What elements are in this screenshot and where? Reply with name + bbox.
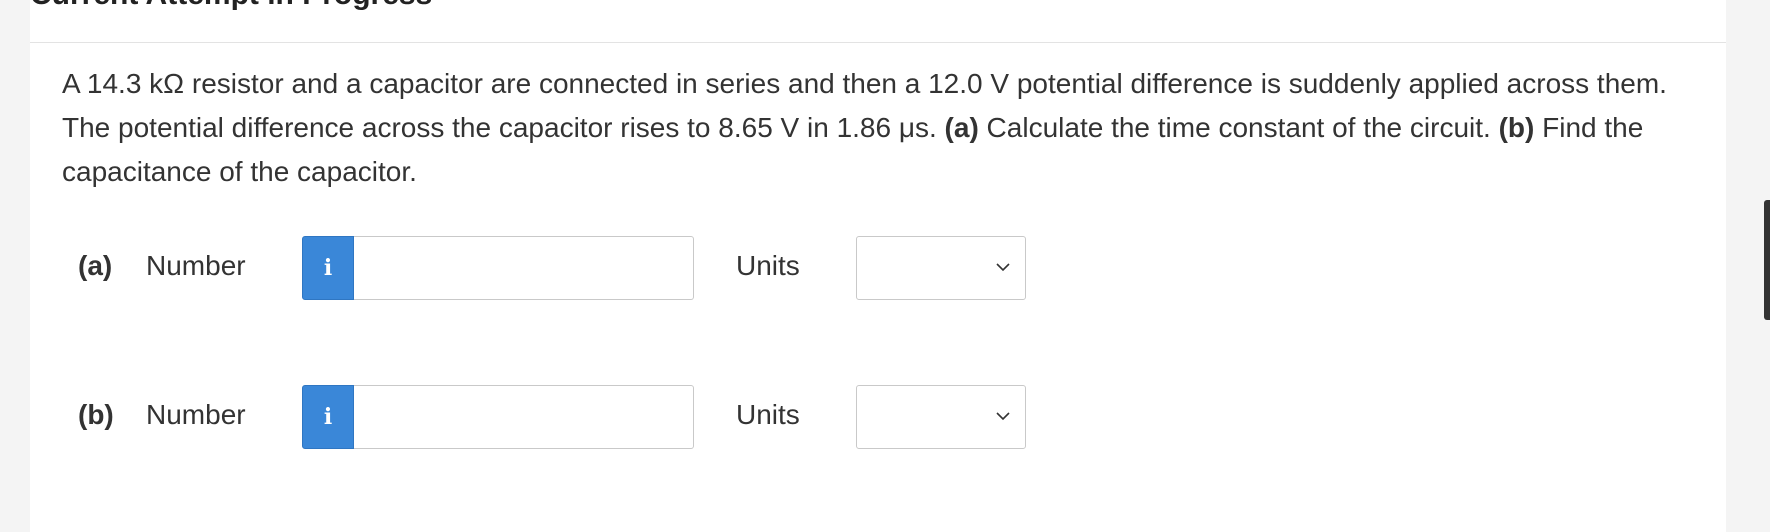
number-label-a: Number	[146, 250, 246, 281]
info-icon: i	[323, 404, 333, 430]
part-b-label: (b)	[78, 399, 114, 430]
question-text: A 14.3 kΩ resistor and a capacitor are c…	[62, 62, 1692, 194]
units-label-a: Units	[736, 250, 800, 281]
part-b-marker: (b)	[1498, 112, 1535, 143]
units-select-a[interactable]	[856, 236, 1026, 300]
header-divider	[30, 42, 1726, 43]
question-card: Current Attempt in Progress A 14.3 kΩ re…	[30, 0, 1726, 532]
number-label-b: Number	[146, 399, 246, 430]
part-a-prompt: Calculate the time constant of the circu…	[978, 112, 1499, 143]
part-a-marker: (a)	[944, 112, 979, 143]
answer-row-a: (a) Number i Units	[30, 236, 1130, 300]
chevron-down-icon	[996, 412, 1010, 421]
number-input-a[interactable]	[354, 236, 694, 300]
section-title: Current Attempt in Progress	[30, 0, 432, 12]
scrollbar-handle[interactable]	[1764, 200, 1770, 320]
part-a-label: (a)	[78, 250, 113, 281]
number-input-b[interactable]	[354, 385, 694, 449]
units-label-b: Units	[736, 399, 800, 430]
info-icon: i	[323, 255, 333, 281]
info-button-b[interactable]: i	[302, 385, 354, 449]
chevron-down-icon	[996, 263, 1010, 272]
info-button-a[interactable]: i	[302, 236, 354, 300]
units-select-b[interactable]	[856, 385, 1026, 449]
answer-row-b: (b) Number i Units	[30, 385, 1130, 449]
